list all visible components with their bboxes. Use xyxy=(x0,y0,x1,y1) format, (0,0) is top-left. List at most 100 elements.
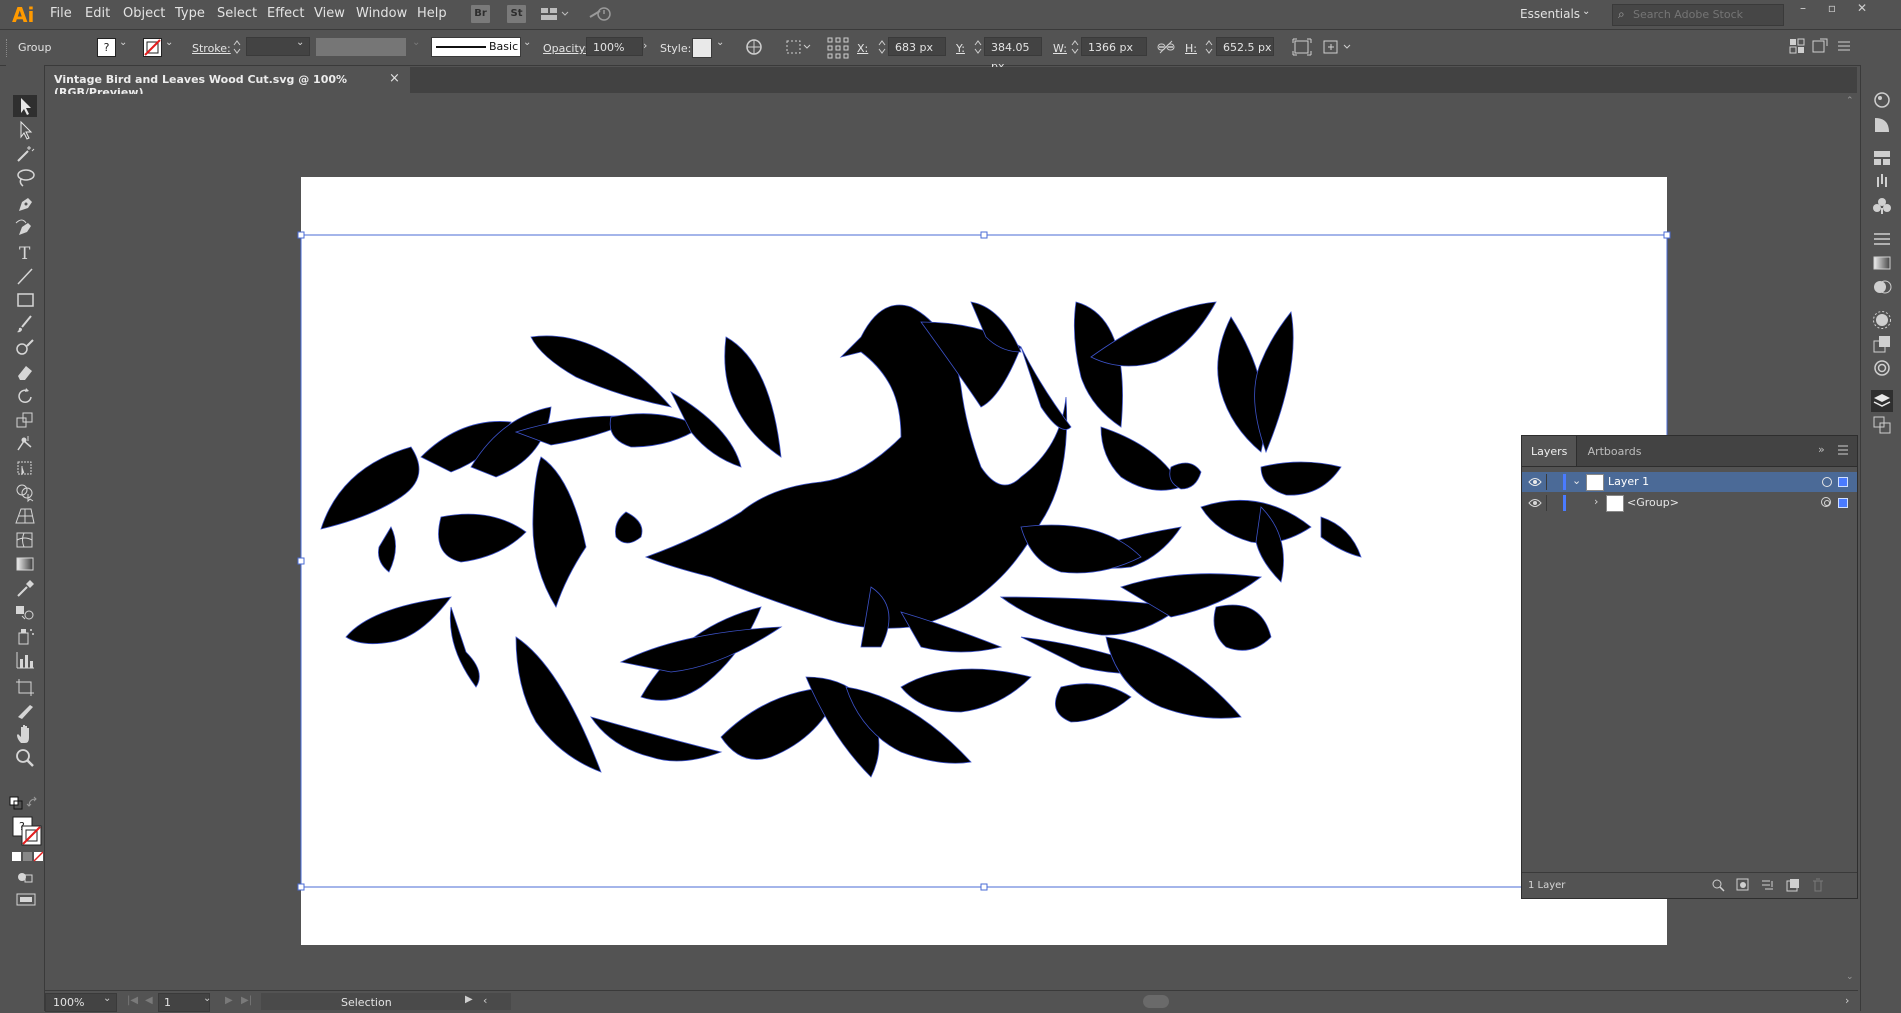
change-screen-mode-icon[interactable] xyxy=(15,891,37,907)
eraser-tool[interactable] xyxy=(13,361,37,383)
fill-stroke-indicator[interactable]: ? xyxy=(11,815,43,847)
swap-fill-stroke-icon[interactable] xyxy=(26,796,40,810)
rotate-tool[interactable] xyxy=(13,385,37,407)
perspective-grid-tool[interactable] xyxy=(13,505,37,527)
document-setup-icon[interactable] xyxy=(1812,38,1828,54)
opacity-field[interactable]: 100% xyxy=(586,37,643,56)
create-new-layer-icon[interactable] xyxy=(1786,878,1800,892)
selection-bounding-box[interactable] xyxy=(295,230,1675,892)
rectangle-tool[interactable] xyxy=(13,289,37,311)
create-sublayer-icon[interactable] xyxy=(1761,878,1777,892)
arrange-documents-icon[interactable] xyxy=(540,6,570,22)
transform-each-icon[interactable] xyxy=(1322,38,1352,56)
stroke-swatch[interactable] xyxy=(143,38,162,57)
status-menu-arrow-icon[interactable]: ▶ xyxy=(465,994,473,1005)
menu-select[interactable]: Select xyxy=(217,6,257,21)
group-target-icon[interactable] xyxy=(1821,497,1831,507)
column-graph-tool[interactable] xyxy=(13,649,37,671)
symbol-sprayer-tool[interactable] xyxy=(13,625,37,647)
workspace-switcher[interactable]: Essentials ⌄ xyxy=(1510,4,1598,24)
symbols-icon[interactable] xyxy=(1871,195,1893,217)
first-artboard-icon[interactable]: |◀ xyxy=(127,995,138,1006)
zoom-chevron-icon[interactable]: ⌄ xyxy=(103,993,111,1004)
h-stepper-icon[interactable] xyxy=(1204,38,1214,56)
panel-menu-icon[interactable] xyxy=(1836,443,1850,457)
close-tab-icon[interactable]: × xyxy=(389,71,400,86)
transform-reference-point-icon[interactable] xyxy=(827,37,849,59)
align-to-selection-icon[interactable] xyxy=(785,38,813,56)
constrain-proportions-icon[interactable] xyxy=(1156,38,1176,56)
magic-wand-tool[interactable] xyxy=(13,143,37,165)
maximize-window-button[interactable]: ▫ xyxy=(1819,1,1845,15)
stock-search-box[interactable]: ⌕ xyxy=(1612,4,1784,26)
group-selected-indicator[interactable] xyxy=(1838,498,1848,508)
menu-window[interactable]: Window xyxy=(356,6,407,21)
x-stepper-icon[interactable] xyxy=(877,38,887,56)
scroll-up-icon[interactable]: ⌃ xyxy=(1846,96,1854,106)
transparency-panel-icon[interactable] xyxy=(1871,276,1893,298)
drawing-modes-icon[interactable] xyxy=(16,869,36,885)
lock-column[interactable] xyxy=(1546,495,1547,511)
y-stepper-icon[interactable] xyxy=(973,38,983,56)
brushes-icon[interactable] xyxy=(1871,171,1893,193)
delete-layer-icon[interactable] xyxy=(1811,878,1825,892)
direct-selection-tool[interactable] xyxy=(13,119,37,141)
menu-object[interactable]: Object xyxy=(123,6,165,21)
group-name[interactable]: <Group> xyxy=(1627,496,1679,509)
w-field[interactable]: 1366 px xyxy=(1081,37,1147,56)
zoom-tool[interactable] xyxy=(13,747,37,769)
document-tab[interactable]: Vintage Bird and Leaves Wood Cut.svg @ 1… xyxy=(44,67,410,99)
color-guide-icon[interactable] xyxy=(1871,114,1893,136)
shape-builder-tool[interactable] xyxy=(13,481,37,503)
menu-view[interactable]: View xyxy=(314,6,345,21)
control-bar-grip[interactable] xyxy=(6,39,10,57)
stock-search-input[interactable] xyxy=(1633,7,1778,21)
graphic-styles-icon[interactable] xyxy=(1871,333,1893,355)
asset-export-icon[interactable] xyxy=(1871,357,1893,379)
selection-tool[interactable] xyxy=(13,95,37,117)
brush-chevron-icon[interactable]: ⌄ xyxy=(523,37,531,48)
menu-edit[interactable]: Edit xyxy=(85,6,110,21)
artboards-panel-icon[interactable] xyxy=(1871,414,1893,436)
x-label[interactable]: X: xyxy=(857,42,868,55)
next-artboard-icon[interactable]: ▶ xyxy=(225,995,233,1006)
y-label[interactable]: Y: xyxy=(956,42,965,55)
layer-name[interactable]: Layer 1 xyxy=(1608,475,1649,488)
type-tool[interactable]: T xyxy=(13,241,37,263)
line-segment-tool[interactable] xyxy=(13,265,37,287)
slice-tool[interactable] xyxy=(13,699,37,721)
scroll-left-icon[interactable]: ‹ xyxy=(483,994,487,1007)
menu-help[interactable]: Help xyxy=(417,6,447,21)
stroke-label[interactable]: Stroke: xyxy=(192,42,231,55)
pen-tool[interactable] xyxy=(13,193,37,215)
y-field[interactable]: 384.05 px xyxy=(984,37,1042,73)
h-field[interactable]: 652.5 px xyxy=(1216,37,1274,56)
eyedropper-tool[interactable] xyxy=(13,577,37,599)
color-mode-buttons[interactable] xyxy=(11,851,43,863)
profile-chevron-icon[interactable]: ⌄ xyxy=(412,37,420,48)
stroke-panel-icon[interactable] xyxy=(1871,228,1893,250)
bridge-button[interactable]: Br xyxy=(471,5,490,23)
visibility-eye-icon[interactable] xyxy=(1528,496,1542,510)
menu-type[interactable]: Type xyxy=(175,6,205,21)
gradient-panel-icon[interactable] xyxy=(1871,252,1893,274)
collapse-panel-icon[interactable]: » xyxy=(1818,443,1825,456)
h-label[interactable]: H: xyxy=(1185,42,1197,55)
previous-artboard-icon[interactable]: ◀ xyxy=(145,995,153,1006)
minimize-window-button[interactable]: – xyxy=(1790,1,1816,15)
isolate-group-icon[interactable] xyxy=(1292,38,1312,56)
make-clipping-mask-icon[interactable] xyxy=(1736,878,1750,892)
paintbrush-tool[interactable] xyxy=(13,313,37,335)
menu-effect[interactable]: Effect xyxy=(267,6,304,21)
close-window-button[interactable]: ✕ xyxy=(1849,1,1875,15)
variable-width-profile[interactable] xyxy=(316,38,406,56)
style-chevron-icon[interactable]: ⌄ xyxy=(716,37,724,48)
hand-tool[interactable] xyxy=(13,723,37,745)
cc-libraries-icon[interactable] xyxy=(1871,147,1893,169)
expand-layer-chevron-icon[interactable]: ⌄ xyxy=(1572,474,1581,487)
artboard-chevron-icon[interactable]: ⌄ xyxy=(203,993,211,1004)
arrange-panels-icon[interactable] xyxy=(1789,38,1805,54)
scroll-right-icon[interactable]: › xyxy=(1845,994,1849,1007)
opacity-flyout-icon[interactable]: › xyxy=(643,39,647,52)
last-artboard-icon[interactable]: ▶| xyxy=(241,995,252,1006)
